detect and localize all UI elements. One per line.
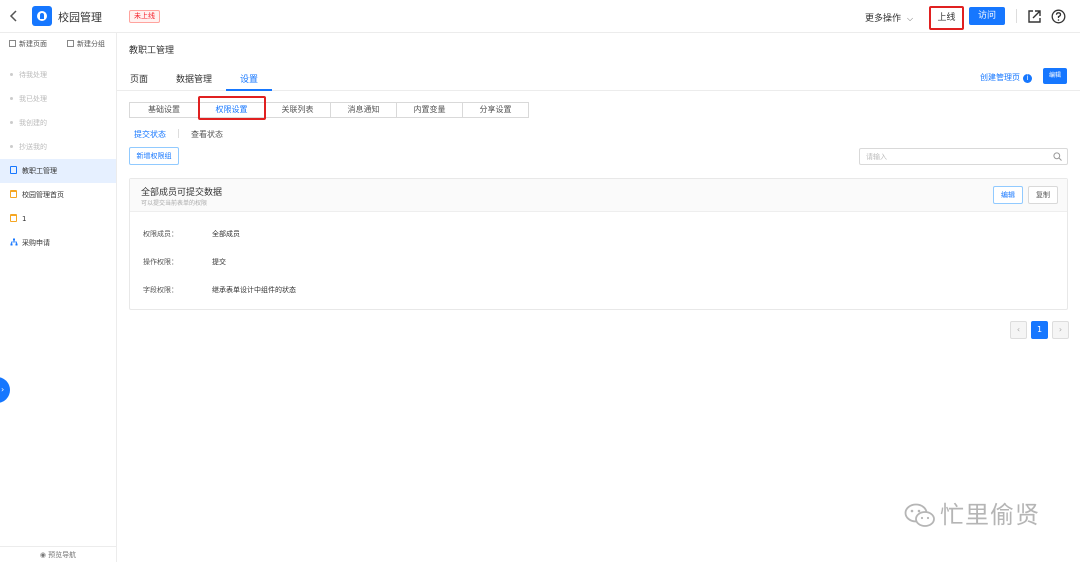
tab-settings[interactable]: 设置 xyxy=(240,72,258,85)
row-value: 提交 xyxy=(212,258,226,266)
watermark: 忙里偷贤 xyxy=(904,498,1054,532)
state-tabs: 提交状态 查看状态 xyxy=(134,129,223,140)
info-icon: i xyxy=(1023,74,1032,83)
new-permission-group-button[interactable]: 新增权限组 xyxy=(129,147,179,165)
row-label: 操作权限： xyxy=(143,258,178,266)
bullet-icon xyxy=(10,97,13,100)
org-chart-icon xyxy=(10,232,18,246)
new-page-button[interactable]: 新建页面 xyxy=(9,39,47,49)
page-title: 教职工管理 xyxy=(129,46,175,56)
bullet-icon xyxy=(10,145,13,148)
sidebar-item-cc[interactable]: 抄送我的 xyxy=(0,135,116,159)
status-badge: 未上线 xyxy=(129,10,160,23)
back-arrow-icon[interactable] xyxy=(8,9,20,23)
search-input[interactable] xyxy=(860,149,1050,164)
next-page-button[interactable]: › xyxy=(1052,321,1069,339)
chevron-right-icon: › xyxy=(1,385,5,394)
sidebar-item-campus-home[interactable]: 校园管理首页 xyxy=(0,183,116,207)
new-page-label: 新建页面 xyxy=(19,40,47,48)
sidebar-item-label: 我已处理 xyxy=(19,95,47,103)
chevron-down-icon: ⌵ xyxy=(907,14,914,23)
page-1-button[interactable]: 1 xyxy=(1031,321,1048,339)
bullet-icon xyxy=(10,73,13,76)
divider xyxy=(178,129,179,138)
sidebar-item-label: 采购申请 xyxy=(22,239,50,247)
preview-navigation[interactable]: ◉ 预览导航 xyxy=(0,546,116,562)
create-admin-page-link[interactable]: 创建管理页 i xyxy=(980,72,1032,83)
sidebar-item-purchase-request[interactable]: 采购申请 xyxy=(0,231,116,255)
calendar-icon xyxy=(10,214,17,222)
sidebar-item-label: 待我处理 xyxy=(19,71,47,79)
document-icon xyxy=(10,166,17,174)
sidebar-item-todo[interactable]: 待我处理 xyxy=(0,63,116,87)
external-link-icon[interactable] xyxy=(1027,9,1042,24)
more-actions-dropdown[interactable]: 更多操作 ⌵ xyxy=(865,11,913,24)
subtab-permission-settings[interactable]: 权限设置 xyxy=(198,102,265,118)
tab-submit-state[interactable]: 提交状态 xyxy=(134,129,166,140)
subtab-builtin-variables[interactable]: 内置变量 xyxy=(396,102,463,118)
folder-icon xyxy=(67,40,74,47)
create-admin-page-label: 创建管理页 xyxy=(980,73,1020,82)
new-group-button[interactable]: 新建分组 xyxy=(67,39,105,49)
new-page-icon xyxy=(9,40,16,47)
sidebar-item-label: 1 xyxy=(22,215,27,223)
sidebar-item-label: 校园管理首页 xyxy=(22,191,64,199)
sidebar-item-processed[interactable]: 我已处理 xyxy=(0,87,116,111)
sidebar-item-1[interactable]: 1 xyxy=(0,207,116,231)
prev-page-button[interactable]: ‹ xyxy=(1010,321,1027,339)
app-title: 校园管理 xyxy=(58,11,102,24)
row-value: 全部成员 xyxy=(212,230,240,238)
top-bar: 校园管理 未上线 更多操作 ⌵ 上线 访问 xyxy=(0,0,1080,33)
row-label: 权限成员： xyxy=(143,230,178,238)
subtab-basic-settings[interactable]: 基础设置 xyxy=(129,102,199,118)
watermark-text: 忙里偷贤 xyxy=(940,501,1040,529)
search-icon[interactable] xyxy=(1053,152,1062,161)
tab-page[interactable]: 页面 xyxy=(130,72,148,85)
sidebar-item-staff-management[interactable]: 教职工管理 xyxy=(0,159,116,183)
row-label: 字段权限： xyxy=(143,286,178,294)
wechat-icon xyxy=(904,503,935,527)
subtab-related-list[interactable]: 关联列表 xyxy=(264,102,331,118)
sidebar-item-label: 教职工管理 xyxy=(22,167,57,175)
subtab-share-settings[interactable]: 分享设置 xyxy=(462,102,529,118)
sidebar-item-created[interactable]: 我创建的 xyxy=(0,111,116,135)
visit-button[interactable]: 访问 xyxy=(969,7,1005,25)
go-online-button[interactable]: 上线 xyxy=(929,6,964,30)
tab-view-state[interactable]: 查看状态 xyxy=(191,129,223,140)
card-copy-button[interactable]: 复制 xyxy=(1028,186,1058,204)
card-header: 全部成员可提交数据 可以提交当前表单的权限 编辑 复制 xyxy=(130,179,1067,212)
card-subtitle: 可以提交当前表单的权限 xyxy=(141,200,208,207)
main-content: 教职工管理 页面 数据管理 设置 创建管理页 i 编辑 基础设置 权限设置 关联列… xyxy=(117,33,1080,562)
calendar-icon xyxy=(10,190,17,198)
sidebar-item-label: 我创建的 xyxy=(19,119,47,127)
edit-button[interactable]: 编辑 xyxy=(1043,68,1067,84)
preview-navigation-label: 预览导航 xyxy=(48,551,77,559)
subtab-message-notification[interactable]: 消息通知 xyxy=(330,102,397,118)
new-group-label: 新建分组 xyxy=(77,40,105,48)
eye-icon: ◉ xyxy=(39,551,49,559)
permission-group-card: 全部成员可提交数据 可以提交当前表单的权限 编辑 复制 权限成员： 全部成员 操… xyxy=(129,178,1068,310)
card-edit-button[interactable]: 编辑 xyxy=(993,186,1023,204)
bullet-icon xyxy=(10,121,13,124)
sidebar: 新建页面 新建分组 待我处理 我已处理 我创建的 抄送我的 教职工管理 校园管理… xyxy=(0,33,117,562)
more-actions-label: 更多操作 xyxy=(865,14,902,24)
search-box xyxy=(859,148,1068,165)
active-tab-indicator xyxy=(226,89,272,91)
help-icon[interactable] xyxy=(1051,9,1066,24)
divider xyxy=(1016,9,1017,23)
main-tabs: 页面 数据管理 设置 xyxy=(117,63,1080,91)
settings-sub-tabs: 基础设置 权限设置 关联列表 消息通知 内置变量 分享设置 xyxy=(129,102,529,118)
sidebar-item-label: 抄送我的 xyxy=(19,143,47,151)
app-logo-icon xyxy=(32,6,52,26)
card-title: 全部成员可提交数据 xyxy=(141,188,223,198)
sidebar-actions: 新建页面 新建分组 xyxy=(0,33,117,55)
row-value: 继承表单设计中组件的状态 xyxy=(212,286,296,294)
tab-data-management[interactable]: 数据管理 xyxy=(176,72,212,85)
